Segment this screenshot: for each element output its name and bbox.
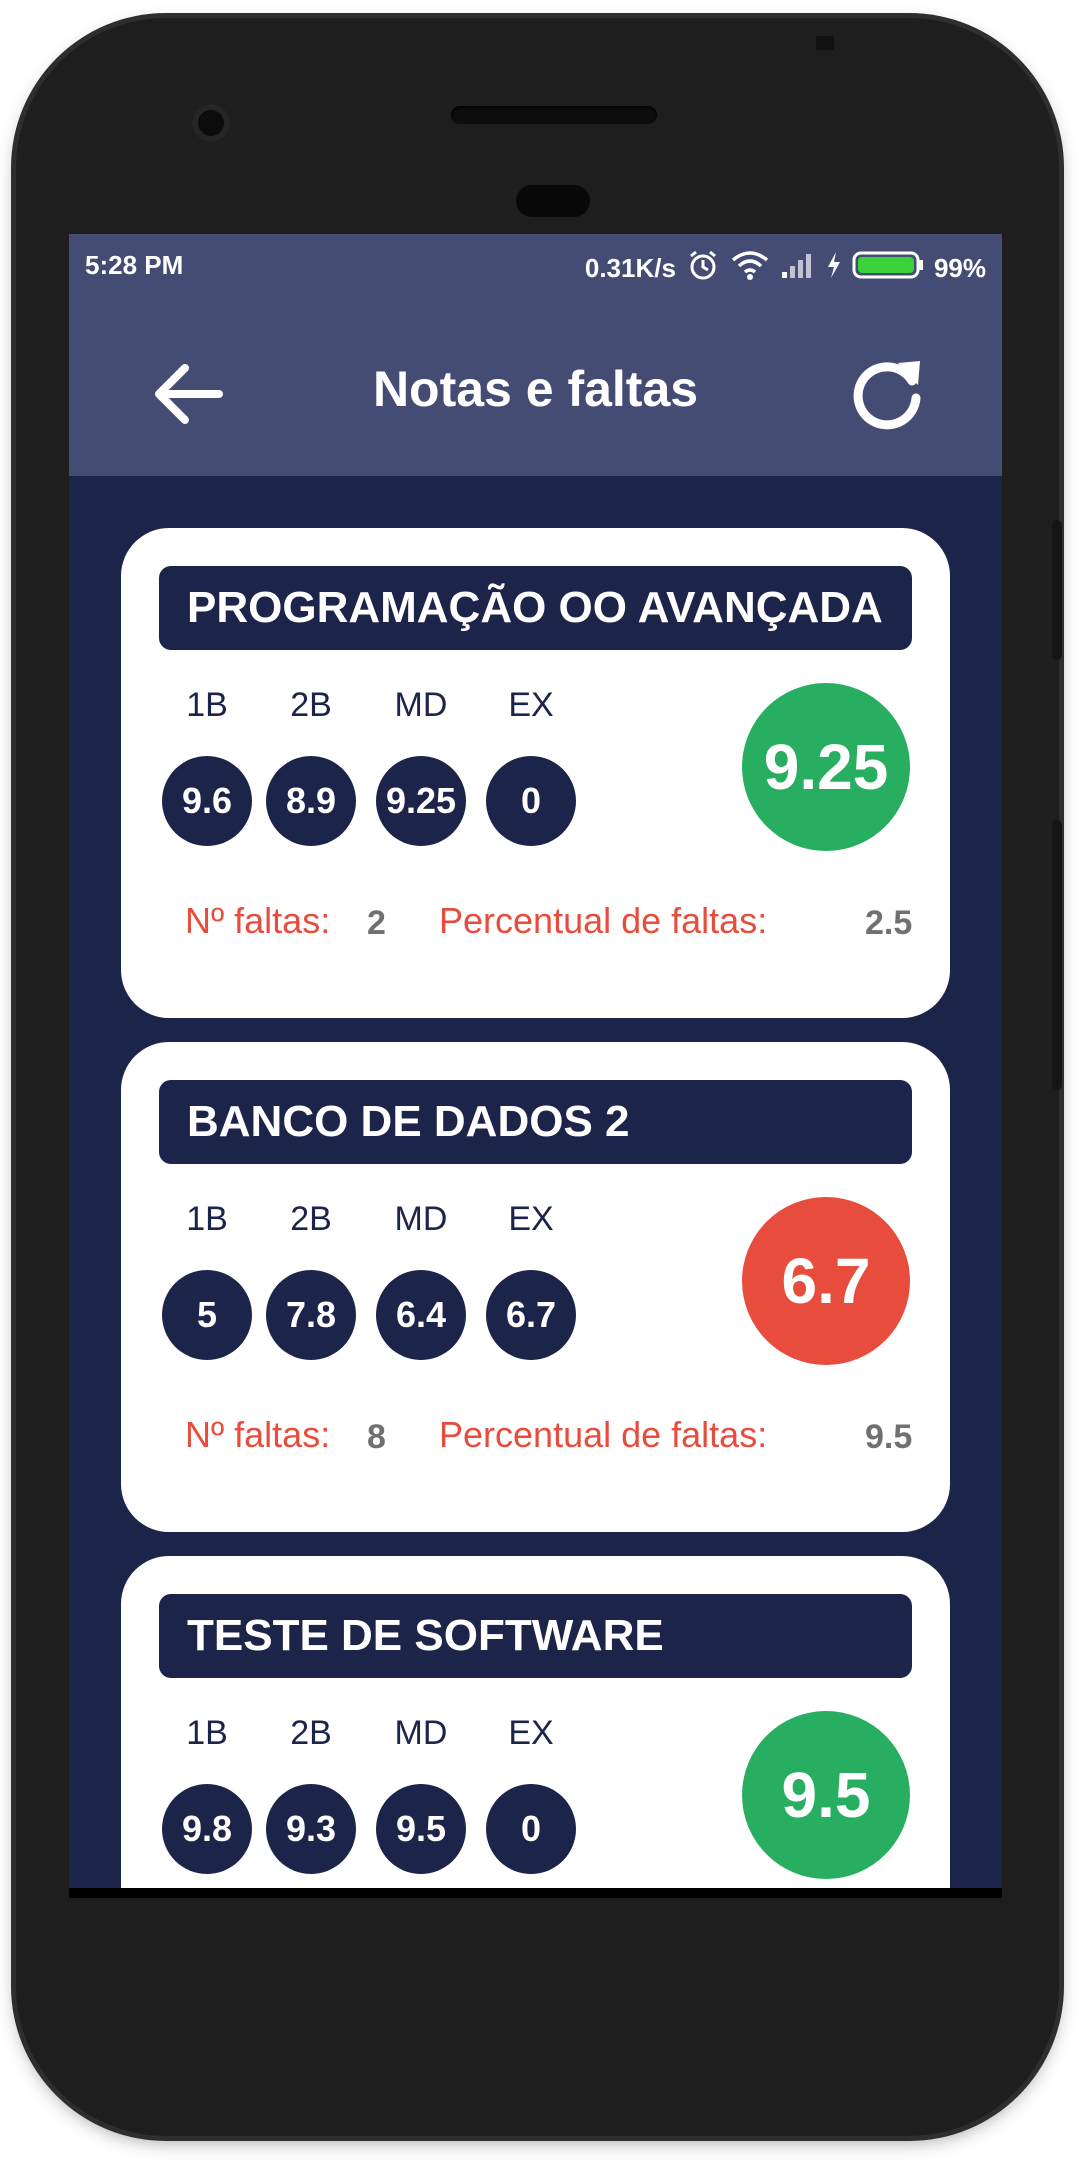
charging-icon	[826, 251, 842, 286]
battery-icon	[852, 250, 924, 287]
grade-label-2b: 2B	[290, 1714, 332, 1752]
earpiece-speaker	[451, 106, 657, 124]
subject-title: BANCO DE DADOS 2	[159, 1080, 912, 1164]
absence-percent-label: Percentual de faltas:	[439, 1414, 768, 1455]
grade-label-1b: 1B	[186, 1200, 228, 1238]
grade-label-ex: EX	[508, 1714, 554, 1752]
grade-label-2b: 2B	[290, 686, 332, 724]
subject-title: PROGRAMAÇÃO OO AVANÇADA	[159, 566, 912, 650]
wifi-icon	[730, 249, 770, 288]
grade-label-2b: 2B	[290, 1200, 332, 1238]
grade-label-ex: EX	[508, 1200, 554, 1238]
subject-title: TESTE DE SOFTWARE	[159, 1594, 912, 1678]
signal-icon	[780, 250, 816, 287]
absences-value: 8	[367, 1418, 386, 1456]
grade-2b: 8.9	[266, 756, 356, 846]
subject-card: TESTE DE SOFTWARE 1B 2B MD EX 9.8 9.3 9.…	[121, 1556, 950, 1888]
final-grade-badge: 6.7	[742, 1197, 910, 1365]
grade-ex: 0	[486, 756, 576, 846]
volume-button	[1052, 520, 1062, 660]
subject-card: BANCO DE DADOS 2 1B 2B MD EX 5 7.8 6.4 6…	[121, 1042, 950, 1532]
status-time: 5:28 PM	[85, 250, 184, 280]
refresh-button[interactable]	[842, 351, 932, 441]
final-grade-badge: 9.5	[742, 1711, 910, 1879]
grade-label-1b: 1B	[186, 1714, 228, 1752]
final-grade-badge: 9.25	[742, 683, 910, 851]
battery-percent: 99%	[933, 253, 986, 283]
absence-percent-label: Percentual de faltas:	[439, 900, 768, 941]
front-camera	[192, 104, 230, 142]
absences-value: 2	[367, 904, 386, 942]
network-speed: 0.31K/s	[584, 253, 676, 283]
grade-1b: 5	[162, 1270, 252, 1360]
absences-label: Nº faltas:	[185, 900, 331, 941]
grade-1b: 9.6	[162, 756, 252, 846]
app-screen: 5:28 PM 0.31K/s 99% Notas e faltas PROGR…	[69, 234, 1002, 1888]
grade-label-1b: 1B	[186, 686, 228, 724]
grade-ex: 0	[486, 1784, 576, 1874]
phone-top-notch	[816, 36, 834, 50]
power-button	[1052, 820, 1062, 1090]
grade-md: 9.25	[376, 756, 466, 846]
grade-md: 6.4	[376, 1270, 466, 1360]
absences-label: Nº faltas:	[185, 1414, 331, 1455]
grade-md: 9.5	[376, 1784, 466, 1874]
absence-percent-value: 2.5	[865, 904, 913, 942]
grade-label-md: MD	[394, 1200, 448, 1238]
absence-percent-value: 9.5	[865, 1418, 913, 1456]
refresh-icon	[853, 361, 921, 430]
screen-bottom-edge	[69, 1888, 1002, 1898]
proximity-sensor	[516, 185, 590, 217]
status-bar: 5:28 PM 0.31K/s 99%	[69, 234, 1002, 296]
grade-2b: 7.8	[266, 1270, 356, 1360]
grade-1b: 9.8	[162, 1784, 252, 1874]
subject-card: PROGRAMAÇÃO OO AVANÇADA 1B 2B MD EX 9.6 …	[121, 528, 950, 1018]
grade-label-md: MD	[394, 1714, 448, 1752]
app-bar: Notas e faltas	[69, 296, 1002, 476]
status-icons: 0.31K/s 99%	[585, 248, 986, 289]
grade-ex: 6.7	[486, 1270, 576, 1360]
grade-2b: 9.3	[266, 1784, 356, 1874]
grade-label-md: MD	[394, 686, 448, 724]
alarm-icon	[686, 248, 720, 289]
grade-label-ex: EX	[508, 686, 554, 724]
